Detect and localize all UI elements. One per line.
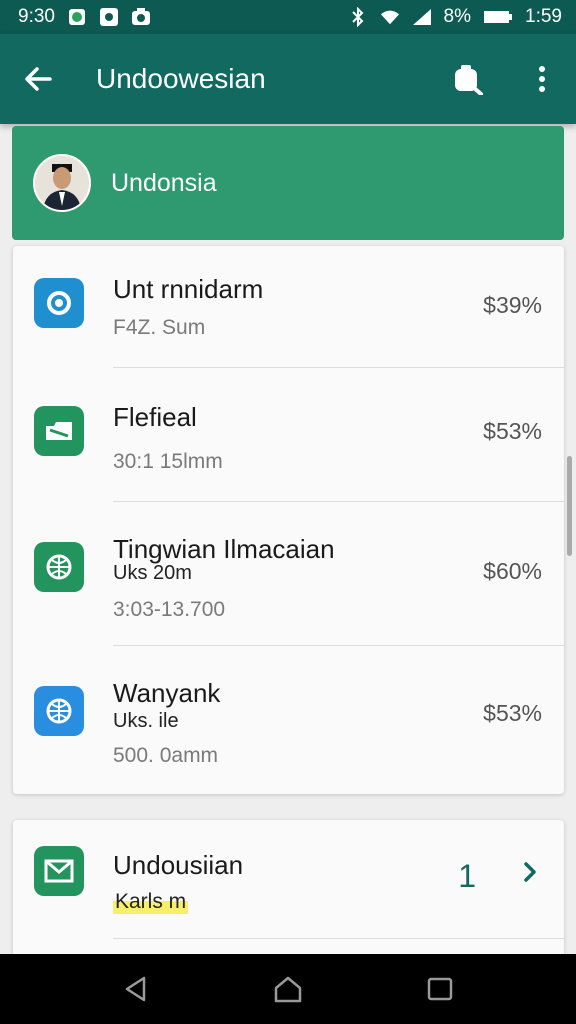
divider [113,938,564,939]
list-item-title: Tingwian Ilmacaian [113,534,335,564]
list-item-value: $53% [483,418,542,444]
nav-recents-button[interactable] [420,969,460,1009]
status-time: 9:30 [18,6,55,27]
account-header[interactable]: Undonsia [12,126,564,240]
recents-nav-icon [427,977,453,1001]
list-item-meta: 30:1 15lmm [113,450,223,473]
accounts-list-card: Unt rnnidarm F4Z. Sum $39% Flefieal 30:1… [13,246,564,794]
globe-icon [34,686,84,736]
count-badge: 1 [458,858,476,894]
mail-icon [34,846,84,896]
list-item[interactable]: Tingwian Ilmacaian Uks 20m 3:03-13.700 $… [13,502,564,646]
list-item-title: Wanyank [113,678,221,708]
nav-home-button[interactable] [268,969,308,1009]
more-options-button[interactable] [522,59,562,99]
list-item-subtitle: Uks. ile [113,710,179,732]
second-card[interactable]: Undousiian Karls m 1 [13,820,564,960]
navigation-bar [0,954,576,1024]
nav-back-button[interactable] [116,969,156,1009]
list-item-title: Flefieal [113,402,197,432]
folder-icon [34,406,84,456]
app-title: Undoowesian [96,63,266,94]
whatsapp-icon [67,7,87,27]
back-arrow-icon [25,67,52,91]
signal-icon [412,7,432,27]
second-card-title: Undousiian [113,850,244,880]
list-item-subtitle: Uks 20m [113,562,192,584]
status-bar: 9:30 8% 1:59 [0,0,576,34]
status-bar-right: 8% 1:59 [348,6,562,28]
notification-icon [99,7,119,27]
chevron-right-icon[interactable] [518,860,542,884]
search-button[interactable] [448,59,488,99]
list-item-meta: F4Z. Sum [113,316,206,339]
list-item[interactable]: Wanyank Uks. ile 500. 0amm $53% [13,646,564,794]
home-nav-icon [274,976,302,1003]
wifi-icon [380,7,400,27]
status-bar-left: 9:30 [18,6,151,28]
list-item-value: $39% [483,292,542,318]
status-clock: 1:59 [525,6,562,27]
list-item-meta: 500. 0amm [113,744,219,767]
list-item-value: $53% [483,700,542,726]
globe-icon [34,542,84,592]
second-card-subtitle: Karls m [113,890,189,914]
list-item[interactable]: Flefieal 30:1 15lmm $53% [13,368,564,502]
list-item-title: Unt rnnidarm [113,274,264,304]
back-nav-icon [125,976,146,1002]
account-name: Undonsia [111,168,217,197]
scrollbar[interactable] [567,456,572,556]
more-vert-icon [539,66,545,92]
bluetooth-icon [348,7,368,27]
list-item-value: $60% [483,558,542,584]
camera-icon [131,7,151,27]
battery-icon [483,7,513,27]
app-bar: Undoowesian [0,34,576,124]
list-item[interactable]: Unt rnnidarm F4Z. Sum $39% [13,246,564,368]
back-button[interactable] [18,59,58,99]
search-icon [455,65,483,95]
list-item-meta: 3:03-13.700 [113,598,226,621]
avatar[interactable] [33,154,91,212]
battery-percent: 8% [443,6,472,27]
sync-icon [34,278,84,328]
